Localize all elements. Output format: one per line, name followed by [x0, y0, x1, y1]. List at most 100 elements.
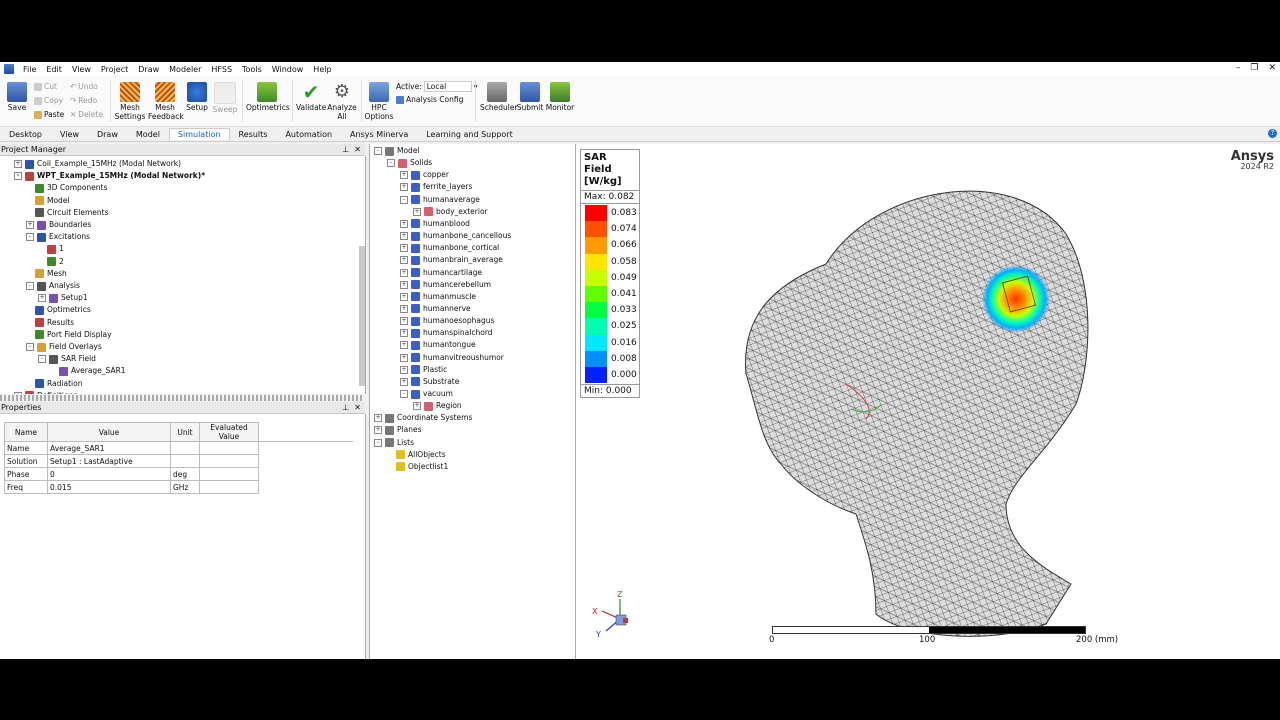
project-tree-item[interactable]: Mesh: [26, 268, 67, 280]
minimize-icon[interactable]: –: [1236, 63, 1241, 73]
expand-toggle-icon[interactable]: -: [26, 343, 34, 351]
expand-toggle-icon[interactable]: +: [38, 294, 46, 303]
model-tree-item[interactable]: - vacuum: [400, 388, 453, 400]
delete-button[interactable]: ✕ Delete: [70, 110, 103, 119]
tab-draw[interactable]: Draw: [88, 130, 127, 139]
model-tree-item[interactable]: + humannerve: [400, 303, 471, 315]
setup-button[interactable]: Setup: [184, 80, 210, 112]
model-tree-item[interactable]: + Substrate: [400, 376, 459, 388]
expand-toggle-icon[interactable]: -: [26, 233, 34, 242]
expand-toggle-icon[interactable]: +: [14, 160, 22, 168]
project-tree-scrollbar[interactable]: [359, 246, 365, 386]
model-tree-item[interactable]: + copper: [400, 169, 449, 181]
expand-toggle-icon[interactable]: -: [374, 438, 382, 447]
cut-button[interactable]: Cut: [34, 82, 57, 91]
project-tree-item[interactable]: + Setup1: [38, 292, 88, 304]
table-row[interactable]: Solution Setup1 : LastAdaptive: [4, 454, 354, 468]
expand-toggle-icon[interactable]: +: [400, 365, 408, 374]
model-tree-item[interactable]: + humanspinalchord: [400, 327, 493, 339]
model-tree-item[interactable]: + humanbone_cortical: [400, 242, 499, 254]
model-tree-item[interactable]: + humanbrain_average: [400, 254, 503, 266]
project-tree-item[interactable]: + Definitions: [14, 390, 77, 394]
expand-toggle-icon[interactable]: +: [400, 377, 408, 386]
expand-toggle-icon[interactable]: +: [400, 219, 408, 228]
project-tree-item[interactable]: - Excitations: [26, 231, 90, 243]
optimetrics-button[interactable]: Optimetrics: [246, 80, 290, 112]
expand-toggle-icon[interactable]: +: [400, 317, 408, 326]
scheduler-button[interactable]: Scheduler: [480, 80, 518, 112]
expand-toggle-icon[interactable]: +: [374, 414, 382, 423]
project-tree-item[interactable]: Model: [26, 195, 70, 207]
tab-desktop[interactable]: Desktop: [0, 130, 51, 139]
expand-toggle-icon[interactable]: -: [374, 147, 382, 155]
project-tree-item[interactable]: 3D Components: [26, 182, 107, 194]
project-tree-item[interactable]: Radiation: [26, 378, 82, 390]
close-window-icon[interactable]: ✕: [1268, 63, 1276, 73]
splitter-handle[interactable]: [0, 395, 364, 401]
monitor-button[interactable]: Monitor: [544, 80, 576, 112]
project-tree-item[interactable]: 2: [38, 256, 64, 268]
expand-toggle-icon[interactable]: +: [413, 402, 421, 411]
model-tree-item[interactable]: + humanblood: [400, 218, 470, 230]
project-tree-item[interactable]: Average_SAR1: [50, 365, 126, 377]
model-tree-item[interactable]: + humanoesophagus: [400, 315, 494, 327]
expand-toggle-icon[interactable]: +: [400, 183, 408, 192]
table-row[interactable]: Freq 0.015 GHz: [4, 480, 354, 494]
expand-toggle-icon[interactable]: -: [387, 159, 395, 168]
hpc-options-button[interactable]: HPC Options: [364, 80, 394, 121]
expand-toggle-icon[interactable]: +: [400, 280, 408, 289]
project-tree-item[interactable]: - SAR Field: [38, 353, 96, 365]
model-tree-item[interactable]: + Region: [413, 400, 462, 412]
menu-help[interactable]: Help: [308, 65, 336, 74]
restore-icon[interactable]: ❐: [1250, 63, 1258, 73]
model-tree-item[interactable]: + Coordinate Systems: [374, 412, 472, 424]
copy-button[interactable]: Copy: [34, 96, 63, 105]
expand-toggle-icon[interactable]: -: [38, 355, 46, 364]
expand-toggle-icon[interactable]: +: [413, 207, 421, 216]
tab-results[interactable]: Results: [230, 130, 277, 139]
model-tree-item[interactable]: + humancerebellum: [400, 279, 491, 291]
expand-toggle-icon[interactable]: -: [14, 172, 22, 181]
save-button[interactable]: Save: [5, 80, 29, 112]
table-row[interactable]: Phase 0 deg: [4, 467, 354, 481]
menu-draw[interactable]: Draw: [133, 65, 164, 74]
project-tree-item[interactable]: Circuit Elements: [26, 207, 108, 219]
mesh-settings-button[interactable]: Mesh Settings: [114, 80, 146, 121]
submit-button[interactable]: Submit: [516, 80, 544, 112]
model-tree-item[interactable]: + humanmuscle: [400, 291, 476, 303]
expand-toggle-icon[interactable]: +: [400, 353, 408, 362]
expand-toggle-icon[interactable]: +: [400, 244, 408, 253]
model-tree-item[interactable]: + humanbone_cancellous: [400, 230, 511, 242]
validate-button[interactable]: ✔ Validate: [296, 80, 326, 112]
menu-project[interactable]: Project: [96, 65, 133, 74]
project-tree-item[interactable]: - Analysis: [26, 280, 80, 292]
model-tree-item[interactable]: - Solids: [387, 157, 432, 169]
panel-pin-close-icons[interactable]: ⊥ ✕: [342, 144, 361, 155]
menu-hfss[interactable]: HFSS: [206, 65, 237, 74]
paste-button[interactable]: Paste: [34, 110, 64, 119]
model-tree-item[interactable]: + humantongue: [400, 339, 476, 351]
active-machine-select[interactable]: Active: Local ▾: [396, 81, 478, 92]
model-tree-item[interactable]: - Lists: [374, 437, 414, 449]
model-tree-item[interactable]: Objectlist1: [387, 461, 448, 473]
3d-viewport[interactable]: SAR Field [W/kg] Max: 0.082 0.083 0.074 0.0…: [576, 144, 1280, 659]
model-tree-item[interactable]: AllObjects: [387, 449, 446, 461]
table-row[interactable]: Name Average_SAR1: [4, 441, 354, 455]
expand-toggle-icon[interactable]: +: [400, 304, 408, 313]
project-tree-item[interactable]: + Boundaries: [26, 219, 91, 231]
menu-file[interactable]: File: [18, 65, 41, 74]
model-tree-item[interactable]: + humanvitreoushumor: [400, 352, 504, 364]
project-tree-item[interactable]: - Field Overlays: [26, 341, 102, 353]
project-tree-item[interactable]: - WPT_Example_15MHz (Modal Network)*: [14, 170, 205, 182]
model-tree-item[interactable]: + humancartilage: [400, 267, 482, 279]
expand-toggle-icon[interactable]: +: [400, 341, 408, 350]
project-tree-item[interactable]: 1: [38, 243, 64, 255]
menu-modeler[interactable]: Modeler: [164, 65, 206, 74]
model-tree-item[interactable]: - humanaverage: [400, 194, 480, 206]
expand-toggle-icon[interactable]: +: [26, 221, 34, 229]
expand-toggle-icon[interactable]: +: [400, 171, 408, 180]
model-tree-item[interactable]: + ferrite_layers: [400, 181, 472, 193]
analysis-config-button[interactable]: Analysis Config: [396, 95, 463, 104]
tab-learning-support[interactable]: Learning and Support: [417, 130, 522, 139]
project-tree-item[interactable]: Results: [26, 317, 74, 329]
